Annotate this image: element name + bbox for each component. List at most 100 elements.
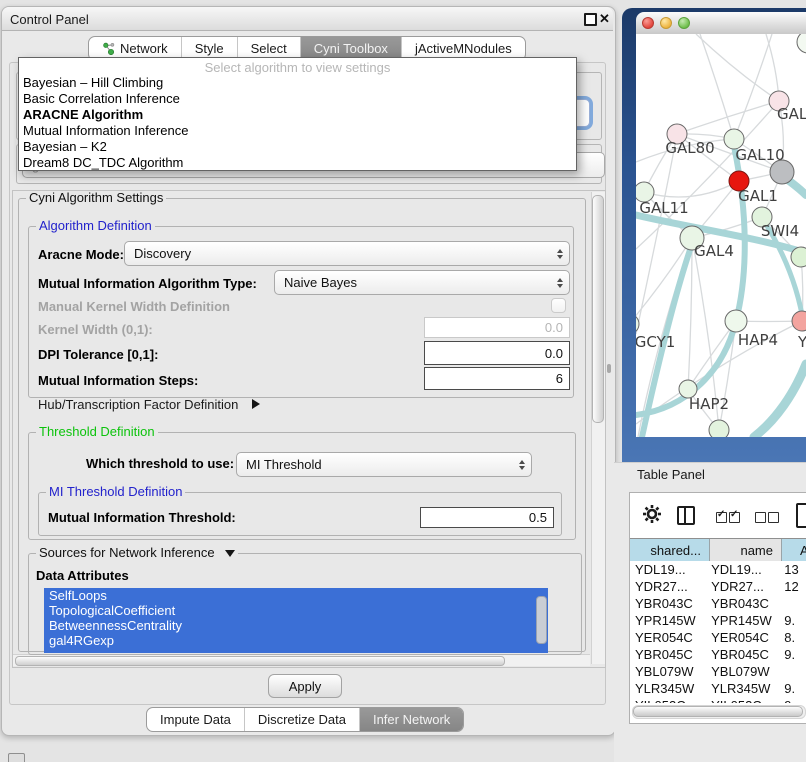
network-node-y[interactable] (792, 311, 806, 331)
mi-threshold-group-title: MI Threshold Definition (46, 485, 185, 499)
attribute-item-selected[interactable]: SelfLoops (44, 588, 548, 603)
checked-checkbox-icon[interactable]: ✓ (716, 512, 727, 523)
tab-label: Infer Network (373, 712, 450, 727)
table-header: shared...nameA (630, 538, 806, 562)
network-canvas[interactable]: GALGAL80GAL10GAL1GAL11SWI4GAL4GCY1HAP4YH… (636, 34, 806, 437)
tab-impute-data[interactable]: Impute Data (147, 708, 244, 731)
unchecked-checkbox-icon[interactable] (768, 512, 779, 523)
bottom-tabbar: Impute Data Discretize Data Infer Network (146, 707, 464, 732)
network-edge-highlighted[interactable] (788, 180, 806, 195)
table-cell: YDR27... (630, 579, 709, 594)
unchecked-checkbox-icon[interactable] (755, 512, 766, 523)
network-edge[interactable] (734, 34, 772, 139)
close-icon[interactable]: ✕ (599, 11, 610, 27)
horizontal-scrollbar-thumb[interactable] (15, 656, 505, 666)
table-cell: YER054C (630, 630, 709, 645)
sources-group-toggle[interactable]: Sources for Network Inference (36, 546, 238, 560)
apply-button[interactable]: Apply (268, 674, 342, 698)
dropdown-item[interactable]: Bayesian – K2 (19, 139, 576, 155)
gear-icon[interactable] (642, 504, 662, 524)
tab-infer-network[interactable]: Infer Network (359, 708, 463, 731)
table-row[interactable]: YBL079WYBL079W (630, 663, 806, 680)
close-traffic-light[interactable] (642, 17, 654, 29)
network-node-label: SWI4 (761, 222, 799, 240)
page-icon[interactable] (796, 503, 806, 528)
dropdown-item[interactable]: Mutual Information Inference (19, 123, 576, 139)
dropdown-item[interactable]: Basic Correlation Inference (19, 91, 576, 107)
network-node-label: HAP4 (738, 331, 778, 349)
table-row[interactable]: YDL19...YDL19...13 (630, 561, 806, 578)
collapse-down-icon (225, 550, 235, 557)
network-icon (102, 42, 115, 55)
manual-kernel-checkbox[interactable] (551, 298, 566, 313)
threshold-definition-title: Threshold Definition (36, 425, 158, 439)
network-node[interactable] (709, 420, 729, 437)
checked-checkbox-icon[interactable]: ✓ (729, 512, 740, 523)
network-node-hap4[interactable] (725, 310, 747, 332)
table-cell: 13 (780, 562, 806, 577)
network-edge[interactable] (700, 34, 734, 139)
table-column-header[interactable]: A (782, 539, 806, 561)
attribute-item-selected[interactable]: TopologicalCoefficient (44, 603, 548, 618)
network-node-label: GCY1 (636, 333, 675, 351)
table-cell: 12 (780, 579, 806, 594)
network-node-label: GAL10 (735, 146, 784, 164)
table-cell: YBR043C (709, 596, 780, 611)
vertical-scrollbar-thumb[interactable] (592, 195, 604, 423)
mi-threshold-field[interactable]: 0.5 (420, 507, 554, 528)
network-node[interactable] (797, 34, 806, 53)
minimize-traffic-light[interactable] (660, 17, 672, 29)
network-node[interactable] (791, 247, 806, 267)
data-attributes-label: Data Attributes (36, 568, 129, 583)
mi-steps-field[interactable]: 6 (424, 367, 570, 390)
table-cell: 9. (780, 647, 806, 662)
zoom-traffic-light[interactable] (678, 17, 690, 29)
which-threshold-combo[interactable]: MI Threshold (236, 452, 532, 477)
tab-label: Discretize Data (258, 712, 346, 727)
table-horizontal-scrollbar-thumb[interactable] (633, 706, 803, 717)
table-column-header[interactable]: shared... (630, 539, 710, 561)
which-threshold-label: Which threshold to use: (86, 456, 234, 471)
network-edge[interactable] (688, 321, 736, 389)
dropdown-item[interactable]: Dream8 DC_TDC Algorithm (19, 155, 576, 171)
combo-arrows-icon (513, 453, 531, 476)
dropdown-item[interactable]: ARACNE Algorithm (19, 107, 576, 123)
network-edge[interactable] (636, 238, 692, 324)
network-node-gcy1[interactable] (636, 314, 639, 334)
panel-divider-handle[interactable] (607, 364, 611, 373)
aracne-mode-combo[interactable]: Discovery (124, 241, 570, 266)
columns-icon[interactable] (677, 506, 695, 525)
float-window-icon[interactable] (584, 13, 597, 26)
table-cell: YBR043C (630, 596, 709, 611)
attributes-scrollbar-thumb[interactable] (536, 596, 547, 644)
table-column-header[interactable]: name (710, 539, 782, 561)
table-row[interactable]: YBR043CYBR043C (630, 595, 806, 612)
table-cell: YDL19... (709, 562, 780, 577)
table-row[interactable]: YDR27...YDR27...12 (630, 578, 806, 595)
attribute-item-selected[interactable]: BetweennessCentrality (44, 618, 548, 633)
attribute-item-selected[interactable]: gal4RGexp (44, 633, 548, 648)
table-row[interactable]: YLR345WYLR345W9. (630, 680, 806, 697)
tab-discretize-data[interactable]: Discretize Data (244, 708, 359, 731)
network-edge[interactable] (696, 34, 779, 101)
table-cell: 9. (780, 613, 806, 628)
table-cell: YLR345W (709, 681, 780, 696)
dpi-tolerance-field[interactable]: 0.0 (424, 341, 570, 365)
network-edge-highlighted[interactable] (754, 364, 806, 437)
table-row[interactable]: YBR045CYBR045C9. (630, 646, 806, 663)
hub-definition-toggle[interactable]: Hub/Transcription Factor Definition (38, 397, 260, 412)
table-row[interactable]: YPR145WYPR145W9. (630, 612, 806, 629)
table-cell: YIL052C (630, 698, 709, 703)
data-attributes-list[interactable]: SelfLoopsTopologicalCoefficientBetweenne… (44, 588, 548, 653)
table-row[interactable]: YER054CYER054C8. (630, 629, 806, 646)
aracne-mode-value: Discovery (134, 246, 191, 261)
mi-type-combo[interactable]: Naive Bayes (274, 270, 570, 295)
table-row[interactable]: YIL052CYIL052C9. (630, 697, 806, 703)
dpi-tolerance-label: DPI Tolerance [0,1]: (38, 347, 158, 362)
kernel-width-field[interactable]: 0.0 (424, 317, 570, 338)
minimized-panel-icon[interactable] (8, 753, 25, 762)
tab-label: Impute Data (160, 712, 231, 727)
algorithm-dropdown-popup: Select algorithm to view settings Bayesi… (18, 57, 577, 171)
dropdown-item[interactable]: Bayesian – Hill Climbing (19, 75, 576, 91)
mi-type-label: Mutual Information Algorithm Type: (38, 276, 257, 291)
